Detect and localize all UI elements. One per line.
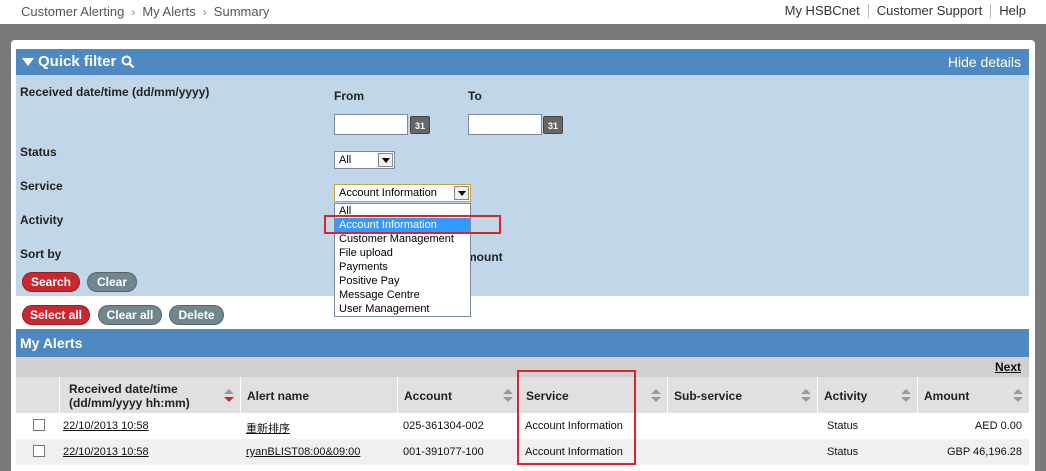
quick-filter-title-text: Quick filter [38,53,117,70]
column-header-activity[interactable]: Activity [817,377,917,413]
received-date-label: Received date/time (dd/mm/yyyy) [20,85,210,99]
column-header-received[interactable]: Received date/time (dd/mm/yyyy hh:mm) [59,377,240,413]
activity-label: Activity [20,213,64,227]
clear-button[interactable]: Clear [87,272,137,292]
service-option-payments[interactable]: Payments [335,260,470,274]
breadcrumb: Customer Alerting › My Alerts › Summary [21,4,269,19]
service-select-value: Account Information [339,187,437,199]
my-alerts-header: My Alerts [16,329,1029,357]
row-checkbox[interactable] [33,419,45,431]
chevron-right-icon: › [202,4,207,19]
account-cell: 025-361304-002 [403,420,484,432]
select-all-button[interactable]: Select all [22,305,90,325]
column-header-received-line2: (dd/mm/yyyy hh:mm) [69,396,190,410]
service-option-user-management[interactable]: User Management [335,302,470,316]
top-links: My HSBCnet Customer Support Help [777,4,1034,18]
column-header-alert-name-label: Alert name [247,389,310,403]
calendar-icon[interactable]: 31 [543,116,563,134]
alert-name-link[interactable]: ryanBLIST08:00&09:00 [246,446,360,458]
service-label: Service [20,179,63,193]
clear-all-button[interactable]: Clear all [98,305,162,325]
activity-cell: Status [827,420,859,432]
breadcrumb-item-summary: Summary [213,4,270,19]
chevron-right-icon: › [131,4,136,19]
column-header-select [16,377,59,413]
breadcrumb-item-customer-alerting[interactable]: Customer Alerting [21,4,124,19]
account-cell: 001-391077-100 [403,446,484,458]
column-header-account[interactable]: Account [397,377,519,413]
service-option-positive-pay[interactable]: Positive Pay [335,274,470,288]
column-header-received-line1: Received date/time [69,382,178,396]
status-select[interactable]: All [334,151,395,169]
top-bar: Customer Alerting › My Alerts › Summary … [0,0,1046,24]
amount-cell: GBP 46,196.28 [946,446,1022,458]
sort-arrows-icon[interactable] [901,389,911,403]
column-header-sub-service[interactable]: Sub-service [667,377,817,413]
delete-button[interactable]: Delete [169,305,224,325]
help-link[interactable]: Help [990,4,1034,18]
activity-cell: Status [827,446,859,458]
row-checkbox[interactable] [33,445,45,457]
service-option-file-upload[interactable]: File upload [335,246,470,260]
quick-filter-header[interactable]: Quick filter Hide details [16,49,1029,75]
status-select-value: All [339,154,352,166]
service-option-message-centre[interactable]: Message Centre [335,288,470,302]
my-alerts-title: My Alerts [20,335,83,351]
to-date-input[interactable] [468,114,542,135]
from-date-input[interactable] [334,114,408,135]
quick-filter-title: Quick filter [22,53,135,70]
hide-details-link[interactable]: Hide details [948,54,1021,70]
from-label: From [334,89,364,103]
search-button[interactable]: Search [22,272,80,292]
alert-name-link[interactable]: 重新排序 [246,420,290,436]
column-header-sub-service-label: Sub-service [674,389,743,403]
column-header-account-label: Account [404,389,452,403]
quick-filter-body [16,75,1029,296]
service-select[interactable]: Account Information [334,184,471,202]
service-option-customer-management[interactable]: Customer Management [335,232,470,246]
received-date-link[interactable]: 22/10/2013 10:58 [63,420,149,432]
to-label: To [468,89,482,103]
sort-by-label: Sort by [20,247,62,261]
highlight-box-selected-option [324,215,501,234]
sort-arrows-icon[interactable] [801,389,811,403]
sort-arrows-icon[interactable] [1013,389,1023,403]
column-header-amount[interactable]: Amount [917,377,1029,413]
received-date-link[interactable]: 22/10/2013 10:58 [63,446,149,458]
amount-cell: AED 0.00 [974,420,1022,432]
status-label: Status [20,145,57,159]
sort-amount-option[interactable]: mount [466,250,503,264]
column-header-amount-label: Amount [924,389,970,403]
breadcrumb-item-my-alerts[interactable]: My Alerts [142,4,195,19]
search-icon [121,55,135,68]
chevron-down-icon[interactable] [454,186,469,200]
highlight-box-service-column [517,370,636,465]
sort-arrows-icon[interactable] [503,389,513,403]
customer-support-link[interactable]: Customer Support [867,4,991,18]
column-header-activity-label: Activity [824,389,868,403]
column-header-alert-name[interactable]: Alert name [240,377,397,413]
chevron-down-icon[interactable] [378,153,393,167]
next-page-link[interactable]: Next [995,360,1021,374]
my-hsbcnet-link[interactable]: My HSBCnet [777,4,868,18]
column-header-received-label: Received date/time (dd/mm/yyyy hh:mm) [69,382,190,410]
calendar-icon[interactable]: 31 [410,116,430,134]
collapse-triangle-icon [22,57,34,66]
sort-arrows-icon[interactable] [224,389,234,403]
sort-arrows-icon[interactable] [651,389,661,403]
